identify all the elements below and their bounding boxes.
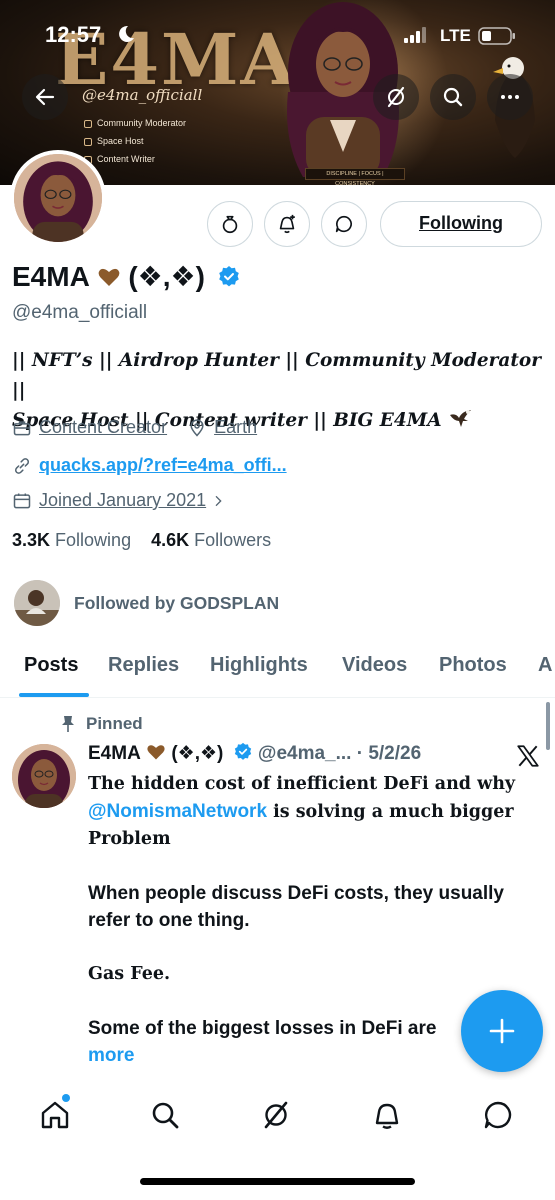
website-link[interactable]: quacks.app/?ref=e4ma_offi...	[39, 455, 287, 476]
plus-icon	[489, 1018, 515, 1044]
active-tab-indicator	[19, 693, 89, 697]
more-icon	[501, 95, 519, 99]
home-notification-dot	[62, 1094, 70, 1102]
message-button[interactable]	[321, 201, 367, 247]
bag-icon	[222, 215, 238, 234]
followed-by-text: Followed by GODSPLAN	[74, 592, 280, 613]
home-indicator[interactable]	[140, 1178, 415, 1185]
notify-button[interactable]	[264, 201, 310, 247]
battery-icon	[478, 27, 515, 45]
grok-icon[interactable]	[259, 1098, 293, 1132]
profile-name: E4MA (❖,❖)	[12, 260, 241, 293]
signal-icon	[404, 27, 426, 43]
follower-avatar	[14, 580, 60, 626]
link-icon	[14, 457, 30, 474]
grok-button[interactable]	[373, 74, 419, 120]
status-time: 12:57	[45, 22, 102, 47]
search-icon[interactable]	[148, 1098, 182, 1132]
tweet-paragraph-1: The hidden cost of inefficient DeFi and …	[88, 774, 516, 849]
home-icon[interactable]	[38, 1098, 72, 1132]
notifications-icon[interactable]	[370, 1098, 404, 1132]
tab-highlights[interactable]: Highlights	[210, 654, 308, 677]
tab-replies[interactable]: Replies	[108, 654, 179, 677]
message-icon	[335, 215, 352, 233]
profile-avatar[interactable]	[10, 150, 106, 246]
tweet-paragraph-3: Gas Fee.	[88, 964, 171, 984]
verified-badge-icon	[234, 742, 251, 760]
banner-line-3: Content Writer	[84, 154, 155, 164]
banner-line-1: Community Moderator	[84, 118, 186, 128]
arrow-left-icon	[35, 88, 55, 106]
messages-icon[interactable]	[481, 1098, 515, 1132]
tweet-author-avatar[interactable]	[12, 744, 76, 808]
tab-videos[interactable]: Videos	[342, 654, 407, 677]
show-more-link[interactable]: more	[88, 1045, 134, 1067]
scrollbar[interactable]	[546, 702, 550, 750]
banner-desk-sign: DISCIPLINE | FOCUS | CONSISTENCY	[305, 168, 405, 185]
profile-meta-row-2: quacks.app/?ref=e4ma_offi...	[12, 455, 287, 476]
search-icon	[443, 87, 463, 107]
grok-icon	[387, 86, 405, 108]
category-link[interactable]: Content Creator	[39, 417, 167, 438]
profile-handle: @e4ma_officiall	[12, 302, 148, 323]
following-button[interactable]: Following	[380, 201, 542, 247]
tab-photos[interactable]: Photos	[439, 654, 507, 677]
x-logo-icon[interactable]	[515, 743, 541, 769]
more-button[interactable]	[487, 74, 533, 120]
chevron-right-icon	[215, 495, 222, 506]
banner-line-2: Space Host	[84, 136, 144, 146]
grok-analyze-button[interactable]	[207, 201, 253, 247]
profile-tabs: Posts Replies Highlights Videos Photos A	[0, 640, 555, 698]
profile-name-text: E4MA	[12, 261, 89, 292]
tweet-avatar-image	[12, 744, 76, 808]
tab-articles[interactable]: A	[538, 654, 552, 677]
profile-meta-row-1: Content Creator Earth	[12, 417, 257, 438]
banner-handle: @e4ma_officiall	[82, 86, 203, 104]
location-pin-icon	[190, 418, 204, 437]
follow-counts: 3.3K Following 4.6K Followers	[12, 530, 271, 551]
verified-badge-icon[interactable]	[217, 265, 241, 289]
joined-date[interactable]: Joined January 2021	[39, 490, 206, 511]
briefcase-icon	[13, 420, 31, 435]
status-bar: 12:57 LTE	[0, 0, 555, 60]
avatar-image	[14, 154, 102, 242]
pinned-label: Pinned	[60, 714, 143, 734]
tweet-header: E4MA (❖,❖) @e4ma_... · 5/2/26	[88, 742, 421, 765]
tweet-paragraph-2: When people discuss DeFi costs, they usu…	[88, 883, 504, 931]
tab-posts[interactable]: Posts	[24, 654, 78, 677]
network-label: LTE	[440, 26, 471, 45]
brown-heart-icon	[147, 745, 165, 760]
follower-avatar-image	[14, 580, 60, 626]
brown-heart-icon	[98, 268, 119, 286]
profile-meta-row-3: Joined January 2021	[12, 490, 233, 511]
bell-plus-icon	[279, 214, 295, 234]
location-text: Earth	[214, 417, 258, 437]
followers-count-link[interactable]: 4.6K Followers	[151, 530, 271, 550]
calendar-icon	[13, 493, 31, 508]
bio-line-1: || NFT’s || Airdrop Hunter || Community …	[12, 350, 541, 401]
eagle-icon	[450, 410, 472, 427]
followed-by-row[interactable]: Followed by GODSPLAN	[14, 580, 279, 626]
profile-name-suffix: (❖,❖)	[128, 261, 205, 292]
focus-moon-icon	[119, 25, 134, 42]
tweet-author-suffix: (❖,❖)	[171, 743, 224, 764]
tweet-author-name[interactable]: E4MA	[88, 743, 141, 764]
pin-icon	[62, 716, 74, 732]
compose-button[interactable]	[461, 990, 543, 1072]
tweet-handle-date: @e4ma_... · 5/2/26	[257, 743, 422, 764]
pinned-text: Pinned	[86, 714, 143, 733]
back-button[interactable]	[22, 74, 68, 120]
search-button[interactable]	[430, 74, 476, 120]
following-count-link[interactable]: 3.3K Following	[12, 530, 131, 550]
mention-link[interactable]: @NomismaNetwork	[88, 801, 267, 822]
